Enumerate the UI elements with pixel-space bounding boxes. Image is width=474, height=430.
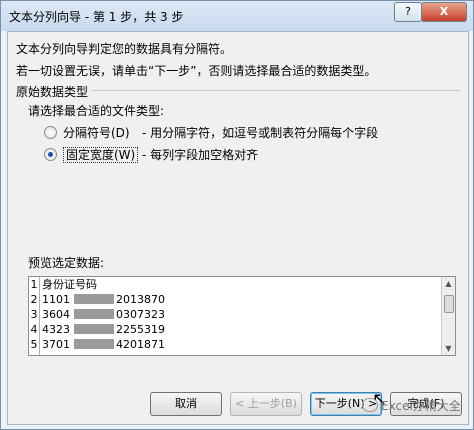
watermark: Excel办精大全 [362,397,461,414]
data-preview[interactable]: 1 身份证号码 2 1101 2013870 3 3604 0307323 4 43… [28,276,456,356]
redaction-mark [74,339,114,349]
preview-row: 2 1101 2013870 [29,293,435,307]
dialog-title: 文本分列向导 - 第 1 步，共 3 步 [9,10,184,24]
preview-row: 1 身份证号码 [29,278,435,292]
row-number: 3 [30,308,38,321]
radio-delimited-label[interactable]: 分隔符号(D) [63,124,130,141]
row-value-prefix: 3604 [42,308,70,321]
preview-row: 5 3701 4201871 [29,338,435,352]
scroll-thumb[interactable] [444,295,454,313]
redaction-mark [74,294,114,304]
row-value-suffix: 4201871 [116,338,165,351]
text-to-columns-wizard-dialog: 文本分列向导 - 第 1 步，共 3 步 ? X 文本分列向导判定您的数据具有分… [0,0,474,430]
row-number: 5 [30,338,38,351]
help-button[interactable]: ? [394,2,422,22]
file-type-label: 请选择最合适的文件类型: [28,104,165,118]
row-value-prefix: 1101 [42,293,70,306]
row-value-suffix: 2255319 [116,323,165,336]
preview-label: 预览选定数据: [28,256,105,270]
title-bar[interactable]: 文本分列向导 - 第 1 步，共 3 步 ? X [1,1,473,31]
wechat-icon [362,398,378,412]
row-value-suffix: 2013870 [116,293,165,306]
preview-row: 4 4323 2255319 [29,323,435,337]
row-number: 4 [30,323,38,336]
radio-delimited-description: - 用分隔字符，如逗号或制表符分隔每个字段 [142,126,379,140]
dialog-body: 文本分列向导判定您的数据具有分隔符。 若一切设置无误，请单击“下一步”，否则请选… [7,31,469,425]
intro-line-1: 文本分列向导判定您的数据具有分隔符。 [16,42,233,56]
row-number: 1 [30,278,38,291]
row-number: 2 [30,293,38,306]
radio-delimited[interactable] [44,126,57,139]
preview-vertical-scrollbar[interactable]: ▲ ▼ [441,277,455,355]
row-value-prefix: 4323 [42,323,70,336]
intro-line-2: 若一切设置无误，请单击“下一步”，否则请选择最合适的数据类型。 [16,64,377,78]
redaction-mark [74,309,114,319]
row-value-suffix: 0307323 [116,308,165,321]
scroll-down-icon[interactable]: ▼ [443,343,454,354]
redaction-mark [74,324,114,334]
scroll-up-icon[interactable]: ▲ [443,278,454,289]
back-button[interactable]: < 上一步(B) [230,392,302,416]
group-title: 原始数据类型 [16,83,92,100]
radio-fixed-width-description: - 每列字段加空格对齐 [142,148,259,162]
preview-row: 3 3604 0307323 [29,308,435,322]
close-button[interactable]: X [421,2,467,22]
radio-fixed-width-text[interactable]: 固定宽度(W) [63,147,139,163]
watermark-text: Excel办精大全 [381,399,461,413]
cancel-button[interactable]: 取消 [150,392,222,416]
radio-fixed-width[interactable] [44,148,57,161]
row-value-prefix: 3701 [42,338,70,351]
row-value: 身份证号码 [42,278,97,291]
radio-fixed-width-label[interactable]: 固定宽度(W) [63,146,139,163]
